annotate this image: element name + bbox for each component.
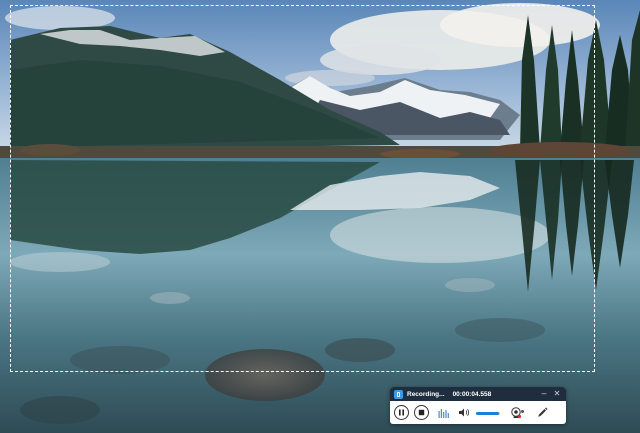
separator [521, 410, 524, 413]
pause-button[interactable] [394, 404, 409, 421]
speaker-icon [458, 408, 469, 417]
desktop-wallpaper [0, 0, 640, 433]
pause-icon [394, 405, 409, 420]
minimize-button[interactable]: – [538, 387, 550, 401]
recorder-logo-icon [394, 389, 403, 399]
speaker-button[interactable] [458, 404, 470, 421]
close-button[interactable]: ✕ [551, 387, 563, 401]
stop-button[interactable] [414, 404, 429, 421]
audio-levels-icon [438, 408, 449, 418]
annotate-button[interactable] [535, 404, 549, 421]
audio-levels-button[interactable] [437, 404, 451, 421]
recorder-header: Recording... 00:00:04.558 – ✕ [390, 387, 566, 401]
stop-icon [414, 405, 429, 420]
webcam-icon [511, 406, 522, 418]
volume-slider[interactable] [476, 412, 500, 415]
volume-level [476, 412, 499, 415]
pen-icon [537, 407, 547, 417]
webcam-button[interactable] [510, 404, 522, 421]
recording-status: Recording... [407, 390, 445, 398]
recorder-toolbar: Recording... 00:00:04.558 – ✕ [390, 387, 566, 424]
recording-timer: 00:00:04.558 [452, 390, 492, 398]
